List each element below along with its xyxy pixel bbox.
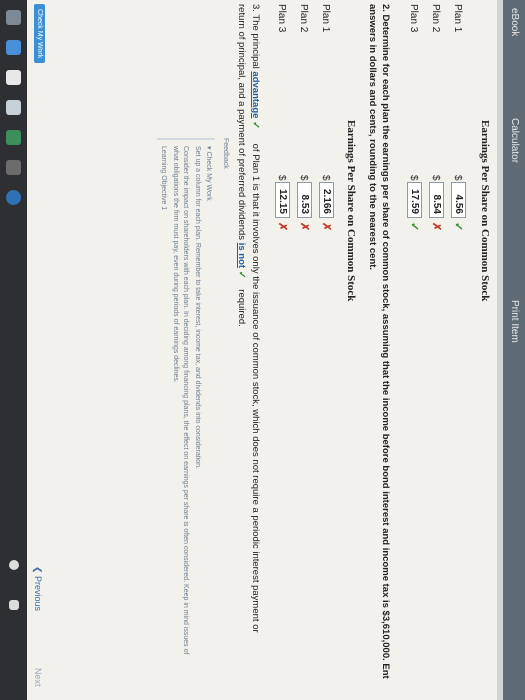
part1-plan3-input[interactable]: 17.59: [407, 182, 422, 218]
currency-symbol: $: [452, 175, 463, 181]
part2-plan2-input[interactable]: 8.53: [297, 182, 312, 218]
incorrect-x-icon: ✗: [320, 222, 332, 232]
feedback-panel: ▾ Check My Work Set up a column for each…: [157, 138, 215, 688]
incorrect-x-icon: ✗: [298, 222, 310, 232]
correct-check-icon: ✓: [408, 222, 420, 232]
part2-label-plan3: Plan 3: [276, 4, 287, 33]
question2-line2: answers in dollars and cents, rounding t…: [367, 4, 378, 271]
check-my-work-button[interactable]: Check My Work: [34, 4, 45, 64]
question3-line2-prefix: return of principal, and a payment of pr…: [236, 4, 247, 241]
app-icon[interactable]: [6, 40, 21, 55]
top-toolbar: eBook Calculator Print Item: [503, 0, 525, 700]
part2-label-plan1: Plan 1: [320, 4, 331, 33]
app-icon[interactable]: [6, 100, 21, 115]
question3-line2: return of principal, and a payment of pr…: [236, 4, 247, 327]
ebook-link[interactable]: eBook: [509, 8, 520, 36]
part2-plan1-input[interactable]: 2.166: [319, 182, 334, 218]
previous-button[interactable]: ❮ Previous: [32, 566, 43, 611]
question2-line1: 2. Determine for each plan the earnings …: [380, 4, 391, 679]
print-item-link[interactable]: Print Item: [509, 300, 520, 343]
incorrect-x-icon: ✗: [430, 222, 442, 232]
learning-objective: Learning Objective 1: [160, 146, 167, 211]
feedback-label: Feedback: [222, 138, 229, 169]
app-icon[interactable]: [6, 130, 21, 145]
part1-heading: Earnings Per Share on Common Stock: [479, 120, 491, 302]
correct-check-icon: ✓: [452, 222, 464, 232]
currency-symbol: $: [276, 175, 287, 181]
dock: [0, 0, 27, 700]
app-icon[interactable]: [6, 10, 21, 25]
currency-symbol: $: [320, 175, 331, 181]
app-icon[interactable]: [6, 160, 21, 175]
question3-line2-suffix: required.: [236, 289, 247, 327]
part1-label-plan3: Plan 3: [408, 4, 419, 33]
next-button[interactable]: Next: [33, 668, 43, 687]
calculator-link[interactable]: Calculator: [509, 118, 520, 163]
correct-check-icon: ✓: [250, 121, 261, 130]
part1-label-plan1: Plan 1: [452, 4, 463, 33]
advantage-dropdown[interactable]: advantage: [250, 71, 261, 118]
dividends-dropdown[interactable]: is not: [236, 243, 247, 268]
part1-plan2-input[interactable]: 8.54: [429, 182, 444, 218]
part1-plan1-input[interactable]: 4.56: [451, 182, 466, 218]
toolbar-divider: [497, 0, 503, 700]
rotated-screen: eBook Calculator Print Item Earnings Per…: [0, 0, 525, 700]
question3-prefix: 3. The principal: [250, 4, 261, 69]
currency-symbol: $: [430, 175, 441, 181]
incorrect-x-icon: ✗: [276, 222, 288, 232]
app-icon[interactable]: [6, 190, 21, 205]
status-icon: [9, 560, 19, 570]
feedback-line3: what obligations the firm must pay, even…: [172, 146, 179, 383]
feedback-line2: Consider the impact on shareholders with…: [182, 146, 189, 655]
currency-symbol: $: [408, 175, 419, 181]
question3-middle: of Plan 1 is that it involves only the i…: [250, 143, 261, 633]
question-content: Earnings Per Share on Common Stock Plan …: [27, 0, 497, 700]
correct-check-icon: ✓: [236, 270, 247, 279]
part1-label-plan2: Plan 2: [430, 4, 441, 33]
question3-line1: 3. The principal advantage ✓ of Plan 1 i…: [250, 4, 261, 633]
part2-heading: Earnings Per Share on Common Stock: [345, 120, 357, 302]
feedback-line1: Set up a column for each plan. Remember …: [194, 146, 201, 469]
check-my-work-toggle[interactable]: ▾ Check My Work: [205, 146, 213, 201]
part2-plan3-input[interactable]: 12.15: [275, 182, 290, 218]
app-icon[interactable]: [6, 70, 21, 85]
currency-symbol: $: [298, 175, 309, 181]
part2-label-plan2: Plan 2: [298, 4, 309, 33]
status-icon: [9, 600, 19, 610]
